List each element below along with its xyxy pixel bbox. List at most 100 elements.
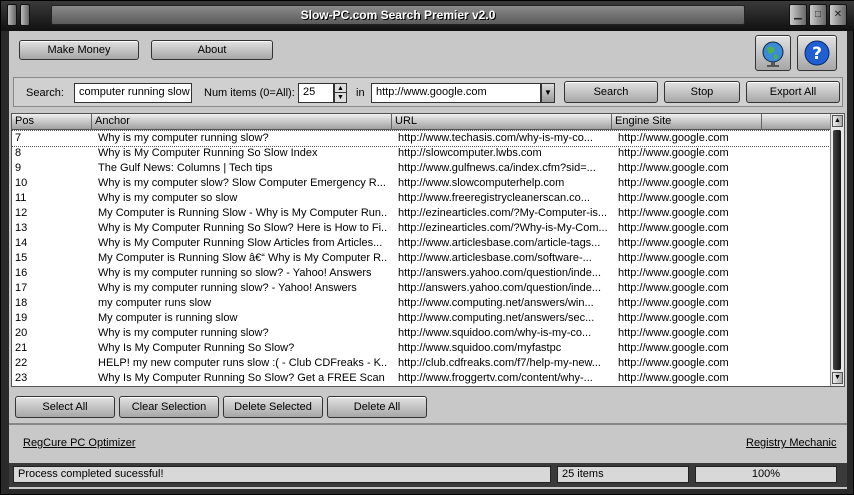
in-label: in — [356, 87, 365, 99]
cell-pos: 20 — [15, 327, 28, 339]
column-header-engine[interactable]: Engine Site — [612, 114, 762, 130]
cell-url: http://www.froggertv.com/content/why-... — [398, 372, 593, 384]
cell-url: http://club.cdfreaks.com/f7/help-my-new.… — [398, 357, 601, 369]
cell-pos: 18 — [15, 297, 28, 309]
cell-url: http://answers.yahoo.com/question/inde..… — [398, 282, 602, 294]
column-header-url[interactable]: URL — [392, 114, 612, 130]
help-button[interactable]: ? — [797, 35, 837, 71]
table-row[interactable]: 10 Why is my computer slow? Slow Computer… — [12, 176, 832, 191]
table-row[interactable]: 18 my computer runs slow http://www.comput… — [12, 296, 832, 311]
dropdown-arrow-icon[interactable]: ▼ — [541, 83, 555, 103]
table-row[interactable]: 20 Why is my computer running slow? http:/… — [12, 326, 832, 341]
cell-url: http://www.freeregistrycleanerscan.co... — [398, 192, 590, 204]
column-header-anchor[interactable]: Anchor — [92, 114, 392, 130]
cell-anchor: Why Is My Computer Running So Slow? Get … — [98, 372, 388, 384]
table-row[interactable]: 19 My computer is running slow http://www.… — [12, 311, 832, 326]
svg-text:?: ? — [812, 44, 822, 64]
cell-anchor: Why is my computer running slow? — [98, 327, 269, 339]
table-row[interactable]: 16 Why is my computer running so slow? - … — [12, 266, 832, 281]
table-row[interactable]: 22 HELP! my new computer runs slow :( - C… — [12, 356, 832, 371]
maximize-button[interactable]: □ — [809, 4, 827, 26]
regcure-link[interactable]: RegCure PC Optimizer — [23, 437, 135, 449]
cell-engine: http://www.google.com — [618, 372, 729, 384]
globe-icon — [762, 41, 784, 67]
table-row[interactable]: 14 Why is My Computer Running Slow Articl… — [12, 236, 832, 251]
scroll-up-icon[interactable]: ▲ — [832, 115, 843, 127]
table-row[interactable]: 21 Why Is My Computer Running So Slow? htt… — [12, 341, 832, 356]
status-message: Process completed sucessful! — [13, 466, 551, 483]
divider — [9, 423, 847, 425]
engine-select[interactable]: http://www.google.com — [371, 83, 541, 103]
table-row[interactable]: 13 Why is My Computer Running So Slow? He… — [12, 221, 832, 236]
make-money-button[interactable]: Make Money — [19, 40, 139, 60]
cell-url: http://www.computing.net/answers/sec... — [398, 312, 595, 324]
cell-engine: http://www.google.com — [618, 312, 729, 324]
window-title: Slow-PC.com Search Premier v2.0 — [51, 5, 745, 25]
cell-pos: 12 — [15, 207, 28, 219]
num-items-input[interactable]: 25 — [298, 83, 334, 103]
app-window: Slow-PC.com Search Premier v2.0 ▁ □ ✕ Ma… — [0, 0, 854, 495]
cell-anchor: Why is my computer so slow — [98, 192, 238, 204]
cell-url: http://www.squidoo.com/myfastpc — [398, 342, 562, 354]
main-panel: Make Money About ? Search: computer runn… — [9, 31, 847, 489]
export-all-button[interactable]: Export All — [746, 81, 840, 103]
cell-engine: http://www.google.com — [618, 252, 729, 264]
cell-engine: http://www.google.com — [618, 222, 729, 234]
spin-up-icon[interactable]: ▲ — [335, 84, 346, 93]
cell-anchor: Why is my computer running slow? — [98, 132, 269, 144]
scroll-down-icon[interactable]: ▼ — [832, 372, 843, 384]
table-row[interactable]: 17 Why is my computer running slow? - Yah… — [12, 281, 832, 296]
num-items-spinner[interactable]: ▲ ▼ — [334, 83, 347, 103]
cell-anchor: Why is my computer slow? Slow Computer E… — [98, 177, 386, 189]
cell-anchor: My computer is running slow — [98, 312, 238, 324]
cell-engine: http://www.google.com — [618, 267, 729, 279]
table-row[interactable]: 8 Why is My Computer Running So Slow Inde… — [12, 146, 832, 161]
select-all-button[interactable]: Select All — [15, 396, 115, 418]
cell-pos: 11 — [15, 192, 27, 204]
cell-pos: 8 — [15, 147, 22, 159]
status-count: 25 items — [557, 466, 689, 483]
delete-all-button[interactable]: Delete All — [327, 396, 427, 418]
search-label: Search: — [26, 87, 64, 99]
cell-engine: http://www.google.com — [618, 357, 729, 369]
cell-engine: http://www.google.com — [618, 207, 729, 219]
registry-mechanic-link[interactable]: Registry Mechanic — [746, 437, 836, 449]
table-row[interactable]: 9 The Gulf News: Columns | Tech tips http:… — [12, 161, 832, 176]
results-table[interactable]: Pos Anchor URL Engine Site 7 Why is my co… — [11, 113, 845, 387]
cell-anchor: Why is My Computer Running Slow Articles… — [98, 237, 383, 249]
cell-engine: http://www.google.com — [618, 282, 729, 294]
cell-engine: http://www.google.com — [618, 327, 729, 339]
cell-anchor: My Computer is Running Slow â€“ Why is M… — [98, 252, 388, 264]
stop-button[interactable]: Stop — [664, 81, 740, 103]
title-bar[interactable]: Slow-PC.com Search Premier v2.0 ▁ □ ✕ — [1, 1, 854, 31]
cell-engine: http://www.google.com — [618, 147, 729, 159]
table-row[interactable]: 15 My Computer is Running Slow â€“ Why is… — [12, 251, 832, 266]
column-header-pos[interactable]: Pos — [12, 114, 92, 130]
search-button[interactable]: Search — [564, 81, 658, 103]
num-items-label: Num items (0=All): — [204, 87, 295, 99]
table-row[interactable]: 7 Why is my computer running slow? http://… — [12, 130, 833, 147]
title-decoration — [7, 4, 33, 29]
delete-selected-button[interactable]: Delete Selected — [223, 396, 323, 418]
globe-button[interactable] — [755, 35, 791, 71]
table-row[interactable]: 23 Why Is My Computer Running So Slow? Ge… — [12, 371, 832, 386]
cell-engine: http://www.google.com — [618, 192, 729, 204]
close-button[interactable]: ✕ — [829, 4, 847, 26]
clear-selection-button[interactable]: Clear Selection — [119, 396, 219, 418]
cell-anchor: Why is my computer running slow? - Yahoo… — [98, 282, 357, 294]
table-row[interactable]: 11 Why is my computer so slow http://www.f… — [12, 191, 832, 206]
progress-label: 100% — [751, 468, 781, 480]
vertical-scrollbar[interactable]: ▲ ▼ — [830, 114, 844, 386]
cell-anchor: Why is My Computer Running So Slow? Here… — [98, 222, 388, 234]
search-input[interactable]: computer running slow — [74, 83, 192, 103]
table-row[interactable]: 12 My Computer is Running Slow - Why is M… — [12, 206, 832, 221]
scroll-thumb[interactable] — [833, 130, 841, 370]
minimize-button[interactable]: ▁ — [789, 4, 807, 26]
cell-anchor: HELP! my new computer runs slow :( - Clu… — [98, 357, 388, 369]
cell-pos: 10 — [15, 177, 28, 189]
cell-url: http://www.computing.net/answers/win... — [398, 297, 594, 309]
cell-engine: http://www.google.com — [618, 132, 729, 144]
help-icon: ? — [804, 40, 830, 66]
spin-down-icon[interactable]: ▼ — [335, 93, 346, 102]
about-button[interactable]: About — [151, 40, 273, 60]
